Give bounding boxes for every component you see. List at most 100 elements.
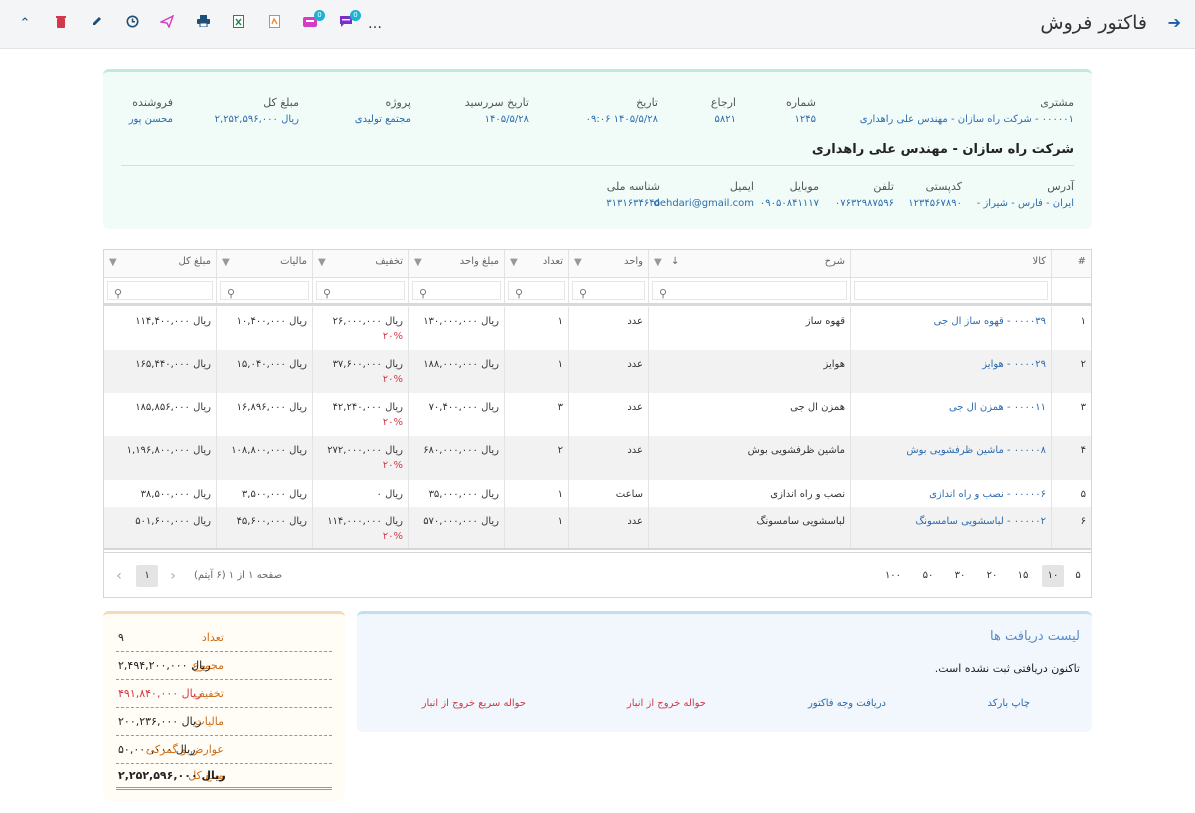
current-page-button[interactable]: ۱ bbox=[136, 565, 158, 587]
search-icon: ⚲ bbox=[659, 287, 668, 300]
toolbar: ➔ فاکتور فروش ⌃ 0 0 … bbox=[0, 0, 1195, 49]
filter-icon[interactable]: ▼ bbox=[414, 257, 422, 268]
table-row[interactable]: ۱ ۰۰۰۰۳۹ - قهوه ساز ال جی قهوه ساز عدد ۱… bbox=[104, 307, 1091, 350]
sort-desc-icon[interactable]: ↓ bbox=[671, 256, 679, 267]
address-label: آدرس bbox=[1047, 180, 1074, 193]
row-unit-price: ریال ۶۸۰,۰۰۰,۰۰۰ bbox=[408, 436, 504, 480]
phone-value: ۰۷۶۳۲۹۸۷۵۹۶ bbox=[834, 198, 894, 209]
row-item-link[interactable]: ۰۰۰۰۱۱ - همزن ال جی bbox=[850, 393, 1051, 436]
row-item-link[interactable]: ۰۰۰۰۰۸ - ماشین ظرفشویی بوش bbox=[850, 436, 1051, 480]
col-header-item[interactable]: کالا bbox=[850, 250, 1051, 277]
page-size-20[interactable]: ۲۰ bbox=[981, 565, 1003, 587]
prev-page-icon[interactable]: ‹ bbox=[162, 565, 184, 587]
col-header-label: تعداد bbox=[542, 256, 563, 267]
row-tax: ریال ۱۰,۴۰۰,۰۰۰ bbox=[216, 307, 312, 350]
mobile-label: موبایل bbox=[789, 180, 819, 193]
mobile-value: ۰۹۰۵۰۸۴۱۱۱۷ bbox=[759, 198, 819, 209]
discount-percent: ۲۰% bbox=[382, 331, 403, 342]
page-size-30[interactable]: ۳۰ bbox=[949, 565, 971, 587]
col-header-discount[interactable]: تخفیف ▼ bbox=[312, 250, 408, 277]
table-row[interactable]: ۴ ۰۰۰۰۰۸ - ماشین ظرفشویی بوش ماشین ظرفشو… bbox=[104, 436, 1091, 480]
row-discount: ریال ۲۷۲,۰۰۰,۰۰۰ ۲۰% bbox=[312, 436, 408, 480]
discount-amount: ریال ۴۲,۲۴۰,۰۰۰ bbox=[332, 402, 403, 413]
page-size-100[interactable]: ۱۰۰ bbox=[878, 565, 908, 587]
col-header-quantity[interactable]: تعداد ▼ bbox=[504, 250, 568, 277]
col-header-description[interactable]: شرح ↓ ▼ bbox=[648, 250, 850, 277]
search-icon: ⚲ bbox=[419, 287, 428, 300]
next-page-icon[interactable]: › bbox=[108, 565, 130, 587]
col-header-tax[interactable]: مالیات ▼ bbox=[216, 250, 312, 277]
pdf-icon[interactable] bbox=[265, 15, 283, 33]
filter-cell-quantity: ⚲ bbox=[504, 278, 568, 303]
row-unit: عدد bbox=[568, 307, 648, 350]
filter-icon[interactable]: ▼ bbox=[222, 257, 230, 268]
edit-icon[interactable] bbox=[88, 15, 106, 33]
discount-amount: ریال ۲۶,۰۰۰,۰۰۰ bbox=[332, 316, 403, 327]
warehouse-exit-link[interactable]: حواله خروج از انبار bbox=[627, 698, 706, 709]
project-field: پروژه مجتمع تولیدی bbox=[355, 96, 411, 125]
filter-icon[interactable]: ▼ bbox=[109, 257, 117, 268]
table-row[interactable]: ۳ ۰۰۰۰۱۱ - همزن ال جی همزن ال جی عدد ۳ ر… bbox=[104, 393, 1091, 436]
email-field: ایمیل dehdari@gmail.com bbox=[653, 180, 754, 209]
filter-cell-item bbox=[850, 278, 1051, 303]
receive-payment-link[interactable]: دریافت وجه فاکتور bbox=[808, 698, 886, 709]
customer-link[interactable]: ۰۰۰۰۰۱ - شرکت راه سازان - مهندس علی راهد… bbox=[860, 114, 1074, 125]
page-size-10[interactable]: ۱۰ bbox=[1042, 565, 1064, 587]
description-filter-input[interactable]: ⚲ bbox=[652, 281, 847, 300]
quantity-filter-input[interactable]: ⚲ bbox=[508, 281, 565, 300]
col-header-index[interactable]: # bbox=[1051, 250, 1091, 277]
row-discount: ریال ۳۷,۶۰۰,۰۰۰ ۲۰% bbox=[312, 350, 408, 393]
row-tax: ریال ۴۵,۶۰۰,۰۰۰ bbox=[216, 507, 312, 548]
delete-icon[interactable] bbox=[52, 15, 70, 33]
discount-amount: ریال ۲۷۲,۰۰۰,۰۰۰ bbox=[327, 445, 403, 456]
page-title: فاکتور فروش bbox=[1040, 12, 1147, 34]
row-description: لباسشویی سامسونگ bbox=[648, 507, 850, 548]
tax-filter-input[interactable]: ⚲ bbox=[220, 281, 309, 300]
row-item-link[interactable]: ۰۰۰۰۰۲ - لباسشویی سامسونگ bbox=[850, 507, 1051, 548]
print-icon[interactable] bbox=[194, 15, 212, 33]
print-barcode-link[interactable]: چاپ بارکد bbox=[988, 698, 1031, 709]
date-value: ۱۴۰۵/۵/۲۸ ۰۹:۰۶ bbox=[585, 114, 658, 125]
table-row[interactable]: ۶ ۰۰۰۰۰۲ - لباسشویی سامسونگ لباسشویی سام… bbox=[104, 507, 1091, 550]
date-field: تاریخ ۱۴۰۵/۵/۲۸ ۰۹:۰۶ bbox=[586, 96, 658, 125]
more-icon[interactable]: … bbox=[366, 15, 384, 33]
row-discount: ریال ۱۱۴,۰۰۰,۰۰۰ ۲۰% bbox=[312, 507, 408, 548]
row-item-link[interactable]: ۰۰۰۰۲۹ - هوایز bbox=[850, 350, 1051, 393]
history-icon[interactable] bbox=[123, 15, 141, 33]
table-row[interactable]: ۵ ۰۰۰۰۰۶ - نصب و راه اندازی نصب و راه ان… bbox=[104, 480, 1091, 507]
filter-icon[interactable]: ▼ bbox=[318, 257, 326, 268]
discount-percent: ۲۰% bbox=[382, 374, 403, 385]
page-size-50[interactable]: ۵۰ bbox=[917, 565, 939, 587]
quick-warehouse-exit-link[interactable]: حواله سریع خروج از انبار bbox=[422, 698, 526, 709]
col-header-unit-price[interactable]: مبلغ واحد ▼ bbox=[408, 250, 504, 277]
table-row[interactable]: ۲ ۰۰۰۰۲۹ - هوایز هوایز عدد ۱ ریال ۱۸۸,۰۰… bbox=[104, 350, 1091, 393]
summary-duty-row: عوارض و گمرکی ریال ۵۰,۰۰۰,۰۰۰ bbox=[116, 737, 332, 764]
item-filter-input[interactable] bbox=[854, 281, 1048, 300]
unit-filter-input[interactable]: ⚲ bbox=[572, 281, 645, 300]
row-index: ۳ bbox=[1051, 393, 1091, 436]
inbox-icon[interactable]: 0 bbox=[301, 10, 325, 33]
discount-filter-input[interactable]: ⚲ bbox=[316, 281, 405, 300]
row-quantity: ۱ bbox=[504, 507, 568, 548]
col-header-label: مبلغ کل bbox=[178, 256, 211, 267]
filter-icon[interactable]: ▼ bbox=[654, 257, 662, 268]
filter-icon[interactable]: ▼ bbox=[510, 257, 518, 268]
col-header-unit[interactable]: واحد ▼ bbox=[568, 250, 648, 277]
row-item-link[interactable]: ۰۰۰۰۰۶ - نصب و راه اندازی bbox=[850, 480, 1051, 507]
page-size-15[interactable]: ۱۵ bbox=[1012, 565, 1034, 587]
chat-icon[interactable]: 0 bbox=[337, 10, 361, 33]
col-header-label: کالا bbox=[1032, 256, 1046, 267]
col-header-total[interactable]: مبلغ کل ▼ bbox=[104, 250, 216, 277]
back-arrow-icon[interactable]: ➔ bbox=[1168, 13, 1181, 32]
unit-price-filter-input[interactable]: ⚲ bbox=[412, 281, 501, 300]
pager: ۵ ۱۰ ۱۵ ۲۰ ۳۰ ۵۰ ۱۰۰ صفحه ۱ از ۱ (۶ آیتم… bbox=[104, 552, 1091, 598]
collapse-icon[interactable]: ⌃ bbox=[16, 15, 34, 33]
send-icon[interactable] bbox=[158, 14, 176, 33]
total-filter-input[interactable]: ⚲ bbox=[107, 281, 213, 300]
excel-icon[interactable] bbox=[229, 15, 247, 33]
filter-icon[interactable]: ▼ bbox=[574, 257, 582, 268]
row-item-link[interactable]: ۰۰۰۰۳۹ - قهوه ساز ال جی bbox=[850, 307, 1051, 350]
page-size-5[interactable]: ۵ bbox=[1067, 565, 1089, 587]
postal-code-label: کدپستی bbox=[925, 180, 962, 193]
national-id-label: شناسه ملی bbox=[606, 180, 660, 193]
